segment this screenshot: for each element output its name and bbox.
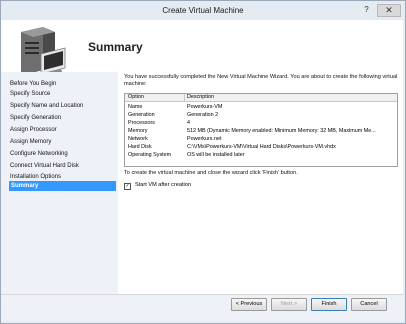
sidebar-item-summary-label: Summary [11,183,39,189]
option-label: Name [128,104,143,110]
column-divider [184,94,185,102]
table-row: Hard Disk C:\VMs\Powerkurs-VM\Virtual Ha… [125,143,397,151]
option-value: C:\VMs\Powerkurs-VM\Virtual Hard Disks\P… [187,144,336,150]
option-value: 512 MB (Dynamic Memory enabled: Minimum … [187,128,376,134]
close-icon[interactable]: ✕ [377,4,401,17]
previous-button[interactable]: < Previous [231,298,267,311]
sidebar-item-specify-source[interactable]: Specify Source [10,90,50,99]
cancel-button[interactable]: Cancel [351,298,387,311]
start-vm-checkbox[interactable]: ✓ [124,183,131,190]
next-button[interactable]: Next > [271,298,307,311]
option-value: 4 [187,120,190,126]
table-row: Processors 4 [125,119,397,127]
table-row: Network Powerkurs.net [125,135,397,143]
summary-intro-text: You have successfully completed the New … [124,74,398,87]
option-label: Network [128,136,148,142]
sidebar-item-specify-generation[interactable]: Specify Generation [10,114,61,123]
option-value: Powerkurs-VM [187,104,223,110]
sidebar-item-summary[interactable]: Summary [9,181,116,191]
start-vm-label: Start VM after creation [135,182,191,188]
summary-table-header: Option Description [125,94,397,102]
title-bar: Create Virtual Machine ? ✕ [1,1,405,21]
option-value: Powerkurs.net [187,136,222,142]
sidebar-item-configure-networking[interactable]: Configure Networking [10,150,68,159]
help-icon[interactable]: ? [361,5,372,15]
page-title: Summary [88,40,143,54]
option-label: Operating System [128,152,172,158]
start-vm-option[interactable]: ✓ Start VM after creation [124,181,191,190]
finish-instruction-text: To create the virtual machine and close … [124,170,298,176]
wizard-header: Summary [1,20,403,77]
table-row: Generation Generation 2 [125,111,397,119]
window-title: Create Virtual Machine [162,6,244,15]
column-header-description: Description [187,94,214,100]
sidebar-item-specify-name-location[interactable]: Specify Name and Location [10,102,83,111]
finish-button[interactable]: Finish [311,298,347,311]
sidebar-item-assign-memory[interactable]: Assign Memory [10,138,51,147]
summary-table: Option Description Name Powerkurs-VM Gen… [124,93,398,167]
table-row: Name Powerkurs-VM [125,103,397,111]
table-row: Operating System OS will be installed la… [125,151,397,159]
sidebar-item-connect-virtual-hard-disk[interactable]: Connect Virtual Hard Disk [10,162,79,171]
option-label: Processors [128,120,155,126]
sidebar-item-assign-processor[interactable]: Assign Processor [10,126,57,135]
option-label: Generation [128,112,155,118]
option-label: Memory [128,128,148,134]
option-value: Generation 2 [187,112,219,118]
option-value: OS will be installed later [187,152,245,158]
table-row: Memory 512 MB (Dynamic Memory enabled: M… [125,127,397,135]
option-label: Hard Disk [128,144,152,150]
column-header-option: Option [128,94,144,100]
sidebar-item-before-you-begin[interactable]: Before You Begin [10,80,56,89]
